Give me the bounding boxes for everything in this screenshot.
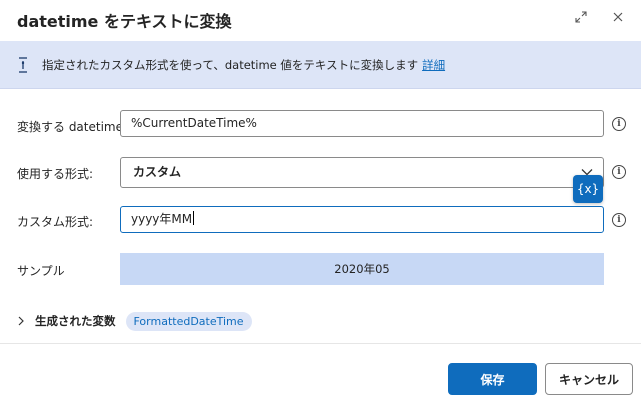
sample-label: サンプル [17,264,65,278]
generated-variables-row[interactable]: 生成された変数 FormattedDateTime [17,311,252,331]
datetime-input[interactable]: %CurrentDateTime% [120,110,604,137]
custom-format-label: カスタム形式: [17,215,94,229]
datetime-info-icon[interactable]: i [612,117,626,131]
datetime-label: 変換する datetime: [17,120,128,134]
info-banner: 指定されたカスタム形式を使って、datetime 値をテキストに変換します 詳細 [0,41,641,89]
info-icon [19,57,27,73]
variable-chip[interactable]: FormattedDateTime [125,311,252,331]
format-select-value: カスタム [133,165,182,179]
cancel-button[interactable]: キャンセル [545,363,633,395]
footer-divider [0,343,641,344]
custom-format-value: yyyy年MM [131,212,193,226]
details-link[interactable]: 詳細 [422,58,445,72]
custom-format-input[interactable]: yyyy年MM [120,206,604,233]
custom-format-info-icon[interactable]: i [612,213,626,227]
insert-variable-button[interactable]: {x} [573,175,603,203]
banner-message: 指定されたカスタム形式を使って、datetime 値をテキストに変換します [42,58,419,72]
convert-datetime-dialog: datetime をテキストに変換 指定されたカスタム形式を使って、dateti… [0,0,641,405]
text-caret [193,211,195,225]
dialog-title: datetime をテキストに変換 [17,12,232,31]
format-info-icon[interactable]: i [612,165,626,179]
generated-variables-label: 生成された変数 [35,314,116,328]
title-bar: datetime をテキストに変換 [0,0,641,40]
close-icon[interactable] [608,7,628,27]
save-button[interactable]: 保存 [448,363,537,395]
chevron-right-icon[interactable] [17,316,25,326]
variable-icon: {x} [576,182,600,196]
format-label: 使用する形式: [17,167,94,181]
expand-icon[interactable] [571,7,591,27]
banner-text: 指定されたカスタム形式を使って、datetime 値をテキストに変換します 詳細 [42,57,445,73]
format-select[interactable]: カスタム [120,157,604,188]
sample-output: 2020年05 [120,253,604,285]
